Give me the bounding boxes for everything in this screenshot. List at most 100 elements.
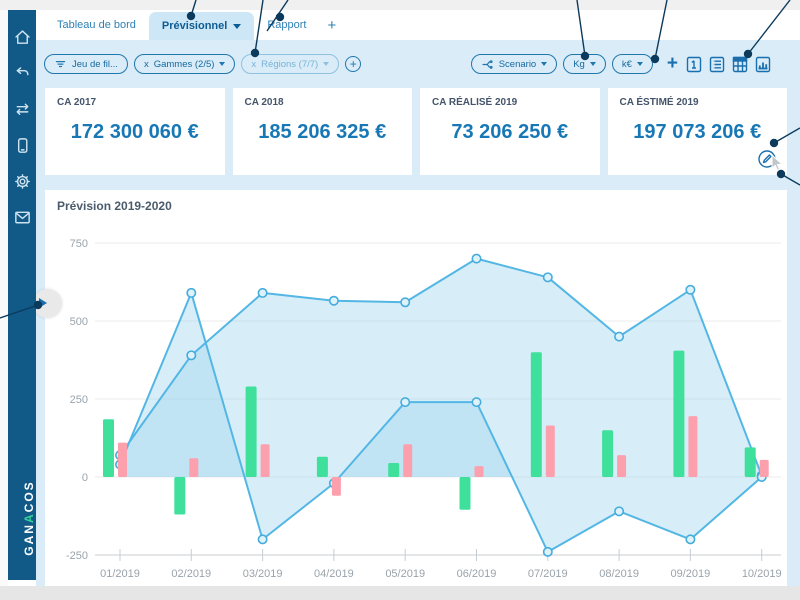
chart-panel: Prévision 2019-2020 750 500 250 0 -250 01/201… — [45, 190, 787, 586]
sidebar-undo-button[interactable] — [11, 62, 33, 84]
chevron-down-icon — [541, 62, 548, 66]
data-point-marker[interactable] — [186, 287, 197, 298]
bar-barres-vertes[interactable] — [316, 456, 328, 477]
bar-barres-roses[interactable] — [189, 458, 199, 477]
kpi-card-value: 185 206 325 € — [258, 121, 387, 143]
bar-barres-vertes[interactable] — [245, 386, 257, 477]
tab-label: Rapport — [267, 19, 307, 31]
bar-chart-widget-icon — [755, 56, 771, 72]
kpi-widget-button[interactable] — [686, 55, 703, 73]
x-axis-label: 08/2019 — [599, 568, 639, 580]
data-point-marker[interactable] — [186, 350, 197, 361]
data-point-marker[interactable] — [685, 284, 696, 295]
bar-barres-vertes[interactable] — [174, 477, 186, 515]
filter-pill-label: Gammes (2/5) — [153, 58, 215, 70]
x-axis-label: 10/2019 — [742, 568, 782, 580]
data-point-marker[interactable] — [257, 534, 268, 545]
bar-barres-roses[interactable] — [331, 477, 341, 496]
data-point-marker[interactable] — [542, 272, 553, 283]
sidebar-device-button[interactable] — [11, 134, 33, 156]
unit-keur-toggle[interactable]: k€ — [611, 54, 653, 74]
brand-letter: O — [22, 490, 36, 502]
brand-letter: G — [22, 544, 36, 556]
bar-barres-roses[interactable] — [688, 416, 698, 477]
forecast-chart: 750 500 250 0 -250 01/2019 02/2019 03/2019 04/20… — [66, 238, 782, 580]
data-point-marker[interactable] — [328, 295, 339, 306]
sidebar-transfer-button[interactable] — [11, 98, 33, 120]
bar-barres-vertes[interactable] — [388, 462, 400, 477]
brand-letter: C — [22, 501, 36, 513]
scenario-button[interactable]: Scenario — [470, 54, 558, 74]
sidebar-collapse-handle[interactable] — [33, 289, 62, 318]
tab-label: Tableau de bord — [57, 19, 136, 31]
data-point-marker[interactable] — [257, 287, 268, 298]
x-axis-label: 02/2019 — [171, 568, 211, 580]
add-filter-button[interactable]: + — [345, 56, 362, 72]
clear-filter-icon[interactable]: x — [144, 59, 149, 70]
brand-letter: A — [22, 512, 36, 524]
data-point-marker[interactable] — [400, 297, 411, 308]
dataset-filter-pill[interactable]: Jeu de fil... — [44, 54, 128, 74]
x-axis-label: 03/2019 — [243, 568, 283, 580]
y-axis-label: 250 — [70, 394, 88, 406]
app-window: GANACOS Tableau de bord Prévisionnel Rap… — [0, 0, 800, 600]
y-axis-label: 0 — [82, 472, 88, 484]
bar-barres-vertes[interactable] — [459, 477, 471, 510]
regions-filter-pill[interactable]: x Régions (7/7) — [241, 54, 340, 74]
kpi-number-widget-icon — [686, 56, 702, 72]
plus-icon: + — [666, 53, 678, 74]
bar-barres-vertes[interactable] — [602, 430, 614, 477]
tab-previsionnel[interactable]: Prévisionnel — [148, 12, 255, 40]
bar-barres-vertes[interactable] — [530, 352, 542, 477]
chevron-down-icon — [636, 62, 643, 66]
bar-barres-roses[interactable] — [759, 459, 769, 477]
add-tab-button[interactable]: + — [319, 10, 344, 40]
x-axis-label: 04/2019 — [314, 568, 354, 580]
bar-barres-roses[interactable] — [118, 442, 127, 477]
brand-logo: GANACOS — [22, 468, 38, 568]
kpi-card-ca-estime-2019[interactable]: CA ÉSTIMÉ 2019 197 073 206 € — [607, 88, 787, 175]
x-axis-label: 05/2019 — [385, 568, 425, 580]
y-axis-label: -250 — [66, 550, 88, 562]
unit-kg-toggle[interactable]: Kg — [563, 54, 606, 74]
bar-barres-roses[interactable] — [403, 444, 413, 477]
gear-icon — [14, 173, 30, 189]
kpi-card-ca-realise-2019[interactable]: CA RÉALISÉ 2019 73 206 250 € — [420, 88, 600, 175]
unit-label: Kg — [573, 58, 585, 70]
table-widget-button[interactable] — [732, 55, 749, 73]
list-widget-button[interactable] — [709, 55, 726, 73]
data-point-marker[interactable] — [471, 397, 482, 408]
mobile-device-icon — [17, 137, 27, 153]
chart-widget-button[interactable] — [755, 55, 772, 73]
horizontal-scrollbar[interactable] — [0, 586, 800, 600]
data-point-marker[interactable] — [614, 506, 625, 517]
bar-barres-roses[interactable] — [474, 466, 484, 477]
list-widget-icon — [709, 56, 725, 72]
data-point-marker[interactable] — [614, 331, 625, 342]
sidebar-mail-button[interactable] — [11, 206, 33, 228]
data-point-marker[interactable] — [471, 253, 482, 264]
bar-barres-roses[interactable] — [545, 425, 555, 477]
bar-barres-vertes[interactable] — [103, 419, 114, 477]
kpi-card-ca-2018[interactable]: CA 2018 185 206 325 € — [232, 88, 412, 175]
data-point-marker[interactable] — [685, 534, 696, 545]
data-point-marker[interactable] — [400, 397, 411, 408]
clear-filter-icon[interactable]: x — [251, 59, 256, 70]
bar-barres-roses[interactable] — [617, 455, 627, 477]
tab-rapport[interactable]: Rapport — [254, 10, 319, 40]
bar-barres-vertes[interactable] — [673, 350, 685, 477]
mail-icon — [14, 211, 30, 223]
y-axis-label: 500 — [70, 316, 88, 328]
tab-tableau-de-bord[interactable]: Tableau de bord — [44, 10, 149, 40]
kpi-cards-row: CA 2017 172 300 060 € CA 2018 185 206 32… — [36, 88, 800, 175]
kpi-card-value: 172 300 060 € — [70, 121, 199, 143]
bar-barres-roses[interactable] — [260, 444, 270, 477]
sidebar-settings-button[interactable] — [11, 170, 33, 192]
edit-icon[interactable] — [757, 149, 777, 169]
kpi-card-ca-2017[interactable]: CA 2017 172 300 060 € — [45, 88, 225, 175]
sidebar-home-button[interactable] — [11, 26, 33, 48]
gammes-filter-pill[interactable]: x Gammes (2/5) — [133, 54, 236, 74]
data-point-marker[interactable] — [542, 546, 553, 557]
add-widget-button[interactable]: + — [665, 53, 680, 75]
bar-barres-vertes[interactable] — [744, 447, 756, 477]
